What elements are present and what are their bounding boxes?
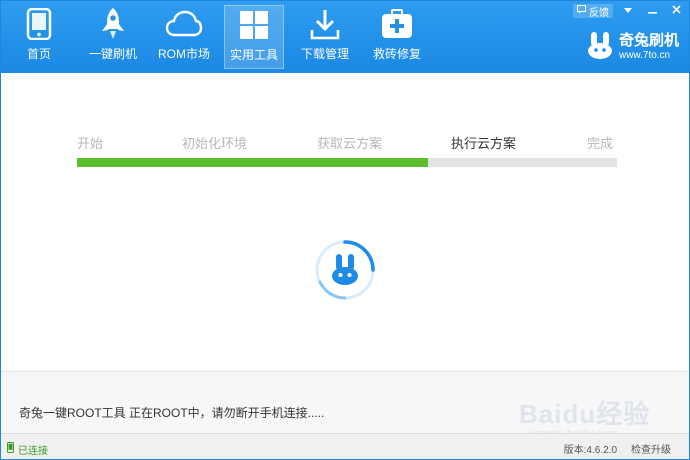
- close-icon: [671, 5, 681, 17]
- chevron-down-icon: [624, 6, 632, 17]
- brand-name: 奇兔刷机: [618, 32, 679, 49]
- loading-spinner: [313, 238, 377, 302]
- progress-bar: [77, 158, 617, 167]
- status-bar: 已连接 版本:4.6.2.0 检查升级: [1, 433, 689, 459]
- nav-home-label: 首页: [26, 47, 51, 61]
- step-complete: 完成: [587, 136, 614, 151]
- version-label: 版本:4.6.2.0: [563, 445, 617, 456]
- brand-url: www.7to.cn: [618, 50, 671, 61]
- step-indicator: 开始 初始化环境 获取云方案 执行云方案 完成: [77, 133, 617, 153]
- close-button[interactable]: [667, 4, 685, 18]
- app-window: 首页 一键刷机 ROM市场 实用工具 下载管理 救砖修复 反馈 奇兔刷机 www…: [0, 0, 690, 460]
- nav-rom-market[interactable]: ROM市场: [153, 5, 215, 69]
- grid-icon: [234, 6, 274, 44]
- connection-status: 已连接: [7, 440, 48, 458]
- window-controls: 反馈: [573, 3, 685, 19]
- menu-button[interactable]: [619, 4, 637, 18]
- feedback-button[interactable]: 反馈: [573, 4, 613, 19]
- nav-download-manager-label: 下载管理: [300, 47, 349, 61]
- step-init-env: 初始化环境: [182, 136, 248, 151]
- minimize-button[interactable]: [643, 4, 661, 18]
- watermark-title: Baidu经验: [519, 399, 651, 429]
- status-message: 奇兔一键ROOT工具 正在ROOT中，请勿断开手机连接.....: [19, 406, 325, 420]
- nav-brick-repair[interactable]: 救砖修复: [367, 5, 427, 69]
- feedback-icon: [577, 5, 586, 17]
- step-get-cloud-plan: 获取云方案: [317, 136, 383, 151]
- nav-utility-tools-label: 实用工具: [229, 48, 278, 62]
- nav-utility-tools[interactable]: 实用工具: [224, 5, 284, 69]
- phone-icon: [19, 5, 59, 43]
- rabbit-logo-icon: [332, 254, 358, 285]
- nav-brick-repair-label: 救砖修复: [372, 47, 421, 61]
- connection-label: 已连接: [18, 445, 48, 457]
- rabbit-logo-icon: [585, 30, 615, 65]
- download-icon: [305, 5, 345, 43]
- progress-bar-fill: [77, 158, 428, 167]
- nav-one-click-flash-label: 一键刷机: [88, 47, 137, 61]
- feedback-label: 反馈: [589, 7, 609, 19]
- nav-one-click-flash[interactable]: 一键刷机: [83, 5, 143, 69]
- first-aid-icon: [377, 5, 417, 43]
- nav-download-manager[interactable]: 下载管理: [295, 5, 355, 69]
- nav-home[interactable]: 首页: [11, 5, 67, 69]
- nav-rom-market-label: ROM市场: [158, 47, 210, 61]
- brand: 奇兔刷机 www.7to.cn: [585, 29, 679, 65]
- phone-connected-icon: [7, 440, 14, 458]
- step-execute-cloud-plan: 执行云方案: [451, 136, 517, 151]
- check-update-link[interactable]: 检查升级: [631, 441, 671, 456]
- rocket-icon: [93, 5, 133, 43]
- cloud-icon: [164, 5, 204, 43]
- minimize-icon: [647, 6, 657, 17]
- step-start: 开始: [77, 136, 104, 151]
- top-navigation-bar: 首页 一键刷机 ROM市场 实用工具 下载管理 救砖修复 反馈 奇兔刷机 www…: [1, 1, 689, 73]
